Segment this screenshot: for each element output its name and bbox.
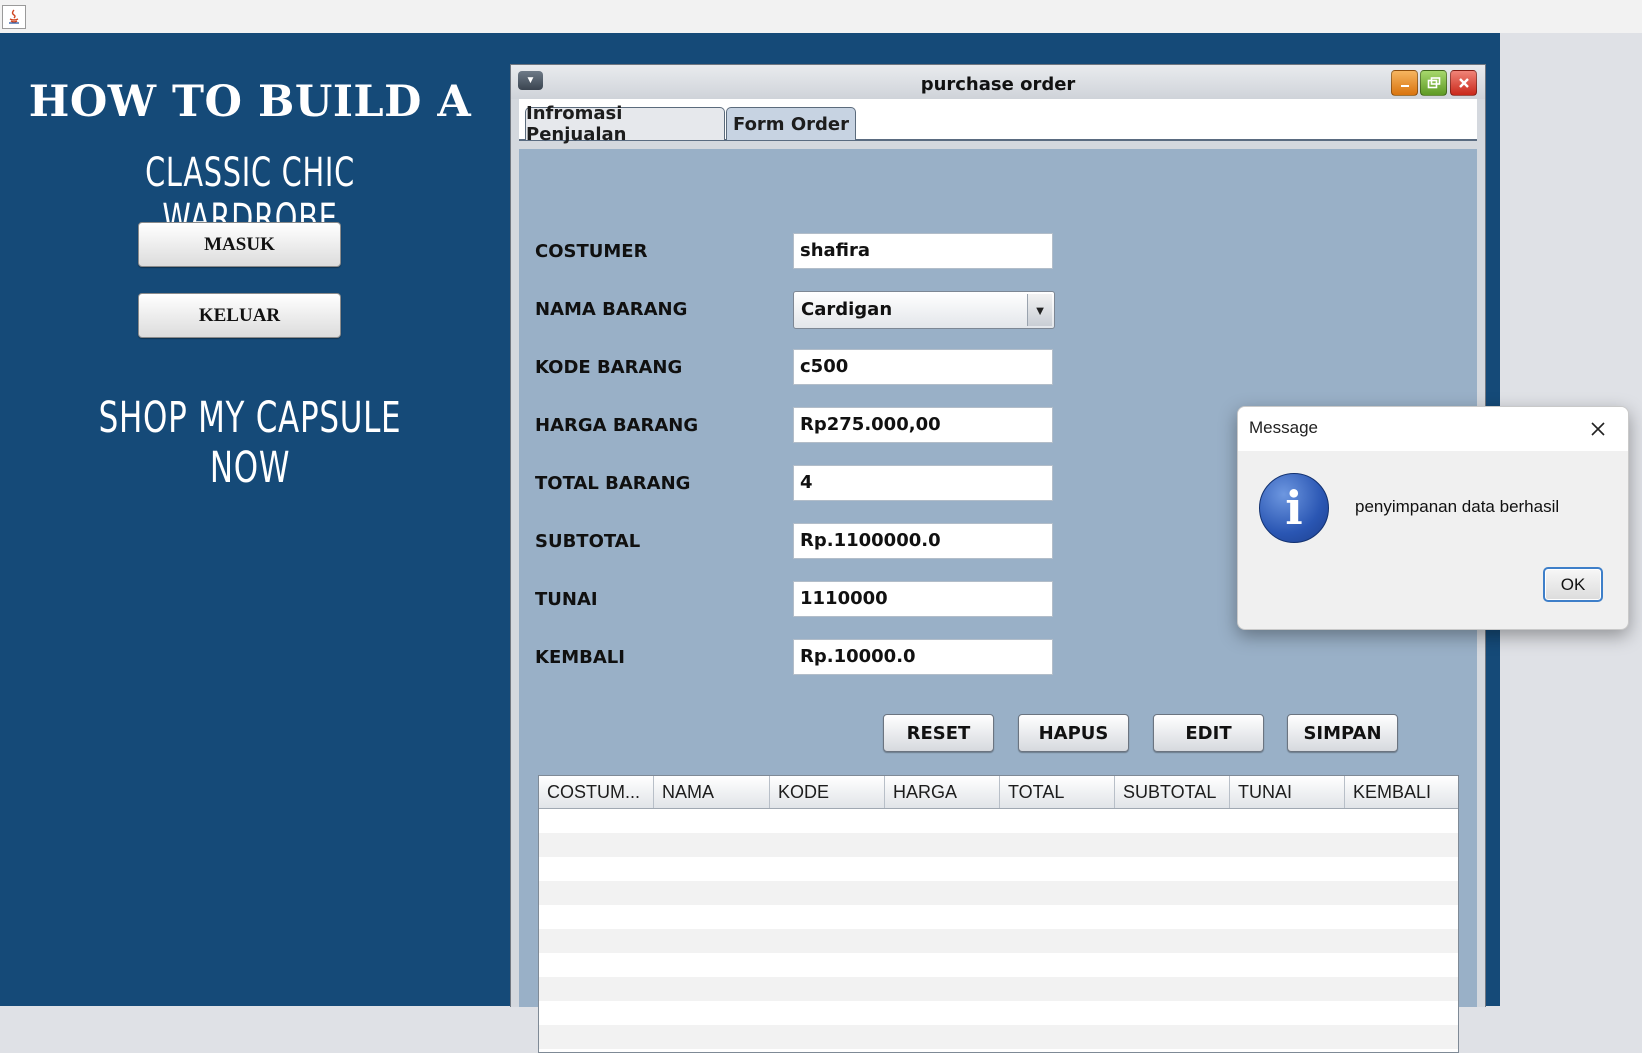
chevron-down-icon[interactable]: ▼ <box>1027 294 1052 326</box>
table-row[interactable] <box>539 833 1458 857</box>
dialog-message: penyimpanan data berhasil <box>1355 497 1560 516</box>
kode-barang-label: KODE BARANG <box>535 357 683 378</box>
minimize-icon[interactable] <box>1391 70 1418 96</box>
column-header-kode[interactable]: KODE <box>770 776 885 808</box>
table-row[interactable] <box>539 1025 1458 1049</box>
tab-infromasi-penjualan[interactable]: Infromasi Penjualan <box>525 103 725 145</box>
kode-barang-field[interactable]: c500 <box>793 349 1053 385</box>
column-header-nama[interactable]: NAMA <box>654 776 770 808</box>
harga-barang-label: HARGA BARANG <box>535 415 699 436</box>
hapus-button[interactable]: HAPUS <box>1018 714 1129 752</box>
subtotal-label: SUBTOTAL <box>535 531 641 552</box>
close-icon[interactable] <box>1450 70 1477 96</box>
column-header-kembali[interactable]: KEMBALI <box>1345 776 1458 808</box>
close-icon[interactable] <box>1586 417 1610 441</box>
table-row[interactable] <box>539 905 1458 929</box>
dialog-title: Message <box>1249 418 1318 437</box>
nama-barang-selected: Cardigan <box>801 299 893 320</box>
keluar-button[interactable]: KELUAR <box>138 293 341 338</box>
kembali-label: KEMBALI <box>535 647 625 668</box>
headline-line-3: SHOP MY CAPSULE NOW <box>98 393 402 493</box>
window-title: purchase order <box>920 74 1076 95</box>
table-row[interactable] <box>539 953 1458 977</box>
window-titlebar[interactable]: ▼ purchase order <box>511 65 1485 99</box>
tab-bar: Infromasi Penjualan Form Order <box>519 99 1477 145</box>
edit-button[interactable]: EDIT <box>1153 714 1264 752</box>
column-header-costumer[interactable]: COSTUM... <box>539 776 654 808</box>
tunai-field[interactable]: 1110000 <box>793 581 1053 617</box>
tunai-label: TUNAI <box>535 589 598 610</box>
ok-button[interactable]: OK <box>1543 567 1603 602</box>
masuk-button[interactable]: MASUK <box>138 222 341 267</box>
tab-form-order[interactable]: Form Order <box>726 107 856 140</box>
table-row[interactable] <box>539 929 1458 953</box>
column-header-tunai[interactable]: TUNAI <box>1230 776 1345 808</box>
simpan-button[interactable]: SIMPAN <box>1287 714 1398 752</box>
kembali-field[interactable]: Rp.10000.0 <box>793 639 1053 675</box>
total-barang-field[interactable]: 4 <box>793 465 1053 501</box>
reset-button[interactable]: RESET <box>883 714 994 752</box>
dialog-titlebar[interactable]: Message <box>1238 407 1628 451</box>
headline-line-1: HOW TO BUILD A <box>28 77 472 127</box>
maximize-icon[interactable] <box>1420 70 1447 96</box>
message-dialog: Message i penyimpanan data berhasil OK <box>1237 406 1629 630</box>
harga-barang-field[interactable]: Rp275.000,00 <box>793 407 1053 443</box>
column-header-total[interactable]: TOTAL <box>1000 776 1115 808</box>
total-barang-label: TOTAL BARANG <box>535 473 691 494</box>
table-row[interactable] <box>539 1001 1458 1025</box>
nama-barang-combobox[interactable]: Cardigan ▼ <box>793 291 1055 329</box>
info-icon: i <box>1259 473 1329 543</box>
table-row[interactable] <box>539 881 1458 905</box>
os-top-bar <box>0 0 1642 33</box>
table-header: COSTUM... NAMA KODE HARGA TOTAL SUBTOTAL… <box>539 776 1458 809</box>
subtotal-field[interactable]: Rp.1100000.0 <box>793 523 1053 559</box>
table-row[interactable] <box>539 809 1458 833</box>
nama-barang-label: NAMA BARANG <box>535 299 688 320</box>
java-app-icon[interactable] <box>2 5 26 29</box>
table-row[interactable] <box>539 857 1458 881</box>
costumer-field[interactable]: shafira <box>793 233 1053 269</box>
table-row[interactable] <box>539 977 1458 1001</box>
order-table[interactable]: COSTUM... NAMA KODE HARGA TOTAL SUBTOTAL… <box>538 775 1459 1053</box>
column-header-harga[interactable]: HARGA <box>885 776 1000 808</box>
costumer-label: COSTUMER <box>535 241 648 262</box>
column-header-subtotal[interactable]: SUBTOTAL <box>1115 776 1230 808</box>
